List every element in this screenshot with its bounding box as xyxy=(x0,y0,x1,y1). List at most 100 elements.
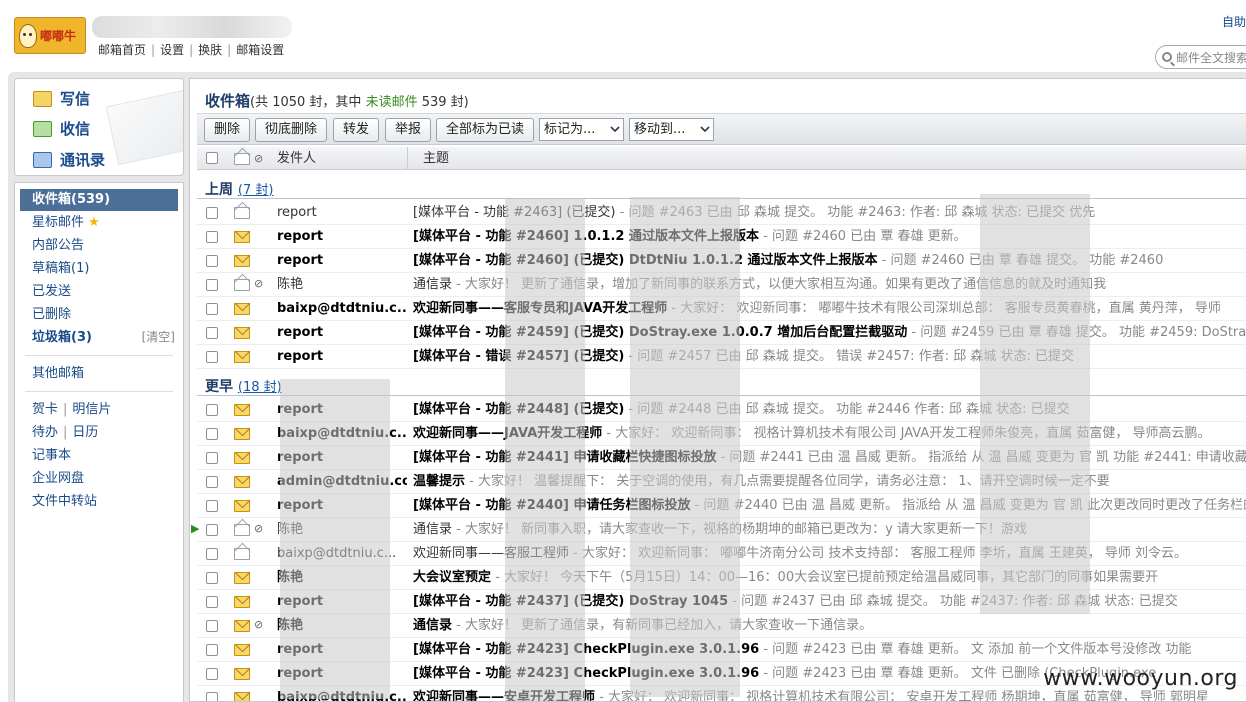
contacts-button[interactable]: 通讯录 xyxy=(33,149,105,170)
row-checkbox[interactable] xyxy=(206,644,218,656)
top-header: 嘟嘟牛 邮箱首页 | 设置 | 换肤 | 邮箱设置 自助 邮件全文搜索 xyxy=(0,0,1246,72)
card-link[interactable]: 贺卡 xyxy=(32,402,58,417)
subject-text: 通信录 xyxy=(413,522,453,537)
row-checkbox[interactable] xyxy=(206,351,218,363)
top-nav: 邮箱首页 | 设置 | 换肤 | 邮箱设置 xyxy=(98,43,285,57)
folder-list: 收件箱(539) 星标邮件 ★ 内部公告 草稿箱(1) 已发送 已删除 垃圾箱(… xyxy=(14,182,184,702)
row-checkbox[interactable] xyxy=(206,327,218,339)
row-checkbox[interactable] xyxy=(206,428,218,440)
envelope-icon xyxy=(234,548,250,560)
file-transfer-link[interactable]: 文件中转站 xyxy=(15,490,183,513)
row-checkbox[interactable] xyxy=(206,404,218,416)
folder-drafts[interactable]: 草稿箱(1) xyxy=(15,257,183,280)
clear-spam-link[interactable]: [清空] xyxy=(142,326,175,349)
subject-text: 通信录 xyxy=(413,277,453,292)
compose-label: 写信 xyxy=(60,90,91,108)
app-logo[interactable]: 嘟嘟牛 xyxy=(14,17,86,54)
row-checkbox[interactable] xyxy=(206,476,218,488)
row-checkbox[interactable] xyxy=(206,231,218,243)
delete-button[interactable]: 删除 xyxy=(204,118,250,142)
chevron-down-icon xyxy=(610,126,620,133)
folder-inbox[interactable]: 收件箱(539) xyxy=(20,189,178,211)
read-status-column[interactable] xyxy=(234,153,250,168)
mark-as-value: 标记为... xyxy=(544,122,596,137)
postcard-link[interactable]: 明信片 xyxy=(72,402,111,417)
row-checkbox[interactable] xyxy=(206,500,218,512)
envelope-icon xyxy=(234,596,250,608)
sender[interactable]: report xyxy=(277,249,407,273)
redaction-block xyxy=(505,199,585,701)
paperclip-icon: ⊘ xyxy=(254,277,264,290)
delete-forever-button[interactable]: 彻底删除 xyxy=(255,118,327,142)
mark-as-select[interactable]: 标记为... xyxy=(539,118,624,141)
folder-internal-notice[interactable]: 内部公告 xyxy=(15,234,183,257)
current-item-arrow-icon: ▶ xyxy=(191,522,200,535)
netdisk-link[interactable]: 企业网盘 xyxy=(15,467,183,490)
sender[interactable]: report xyxy=(277,225,407,249)
nav-mail-settings-link[interactable]: 邮箱设置 xyxy=(236,43,284,57)
contacts-card-icon xyxy=(33,151,52,168)
calendar-link[interactable]: 日历 xyxy=(72,425,98,440)
notepad-link[interactable]: 记事本 xyxy=(15,444,183,467)
mark-all-read-button[interactable]: 全部标为已读 xyxy=(436,118,534,142)
divider xyxy=(25,355,173,356)
subject-column-header[interactable]: 主题 xyxy=(423,147,449,170)
compose-button[interactable]: 写信 xyxy=(33,88,90,109)
chevron-down-icon xyxy=(700,126,710,133)
row-checkbox[interactable] xyxy=(206,548,218,560)
folder-spam[interactable]: 垃圾箱(3) [清空] xyxy=(15,326,183,349)
folder-other-mailbox[interactable]: 其他邮箱 xyxy=(15,362,183,385)
row-checkbox[interactable] xyxy=(206,452,218,464)
tools-card-row: 贺卡 | 明信片 xyxy=(32,402,112,417)
help-link[interactable]: 自助 xyxy=(1222,13,1246,30)
envelope-icon xyxy=(234,452,250,464)
sender[interactable]: 陈艳 xyxy=(277,273,407,297)
envelope-decoration xyxy=(105,88,183,166)
subject-text: 通信录 xyxy=(413,618,453,633)
folder-sent[interactable]: 已发送 xyxy=(15,280,183,303)
unread-filter-link[interactable]: 未读邮件 xyxy=(366,95,418,110)
nav-settings-link[interactable]: 设置 xyxy=(160,43,184,57)
group-count: 18 封 xyxy=(242,380,277,395)
report-button[interactable]: 举报 xyxy=(385,118,431,142)
todo-link[interactable]: 待办 xyxy=(32,425,58,440)
row-checkbox[interactable] xyxy=(206,668,218,680)
receive-button[interactable]: 收信 xyxy=(33,118,90,139)
sender-column-header[interactable]: 发件人 xyxy=(277,147,316,170)
sender[interactable]: report xyxy=(277,321,407,345)
star-icon: ★ xyxy=(88,215,100,230)
row-checkbox[interactable] xyxy=(206,572,218,584)
move-to-select[interactable]: 移动到... xyxy=(629,118,714,141)
select-all-checkbox[interactable] xyxy=(206,152,218,164)
envelope-icon xyxy=(234,153,250,165)
row-checkbox[interactable] xyxy=(206,596,218,608)
forward-button[interactable]: 转发 xyxy=(333,118,379,142)
envelope-icon xyxy=(234,207,250,219)
subject-text: 温馨提示 xyxy=(413,474,466,489)
group-count: 7 封 xyxy=(242,183,269,198)
fulltext-search-input[interactable]: 邮件全文搜索 xyxy=(1155,45,1246,69)
subject-preview: - 问题 #2440 已由 温 昌威 更新。 指派给 从 温 昌威 变更为 官 … xyxy=(690,498,1246,513)
row-checkbox[interactable] xyxy=(206,207,218,219)
group-earlier: 更早 (18 封) xyxy=(205,376,282,396)
folder-starred[interactable]: 星标邮件 ★ xyxy=(15,211,183,234)
nav-skin-link[interactable]: 换肤 xyxy=(198,43,222,57)
sender[interactable]: report xyxy=(277,201,407,225)
sender[interactable]: report xyxy=(277,345,407,369)
row-checkbox[interactable] xyxy=(206,303,218,315)
group-count-link[interactable]: (18 封) xyxy=(238,380,282,395)
row-checkbox[interactable] xyxy=(206,524,218,536)
group-count-link[interactable]: (7 封) xyxy=(238,183,274,198)
subject-preview: - 问题 #2437 已由 邱 森城 提交。 功能 #2437: 作者: 邱 森… xyxy=(728,594,1178,609)
group-label: 上周 xyxy=(205,182,233,198)
row-checkbox[interactable] xyxy=(206,255,218,267)
row-checkbox[interactable] xyxy=(206,279,218,291)
download-icon xyxy=(33,120,52,137)
envelope-icon xyxy=(234,255,250,267)
folder-deleted[interactable]: 已删除 xyxy=(15,303,183,326)
row-checkbox[interactable] xyxy=(206,620,218,632)
nav-home-link[interactable]: 邮箱首页 xyxy=(98,43,146,57)
row-checkbox[interactable] xyxy=(206,692,218,701)
sender[interactable]: baixp@dtdtniu.c... xyxy=(277,297,407,321)
envelope-icon xyxy=(234,279,250,291)
